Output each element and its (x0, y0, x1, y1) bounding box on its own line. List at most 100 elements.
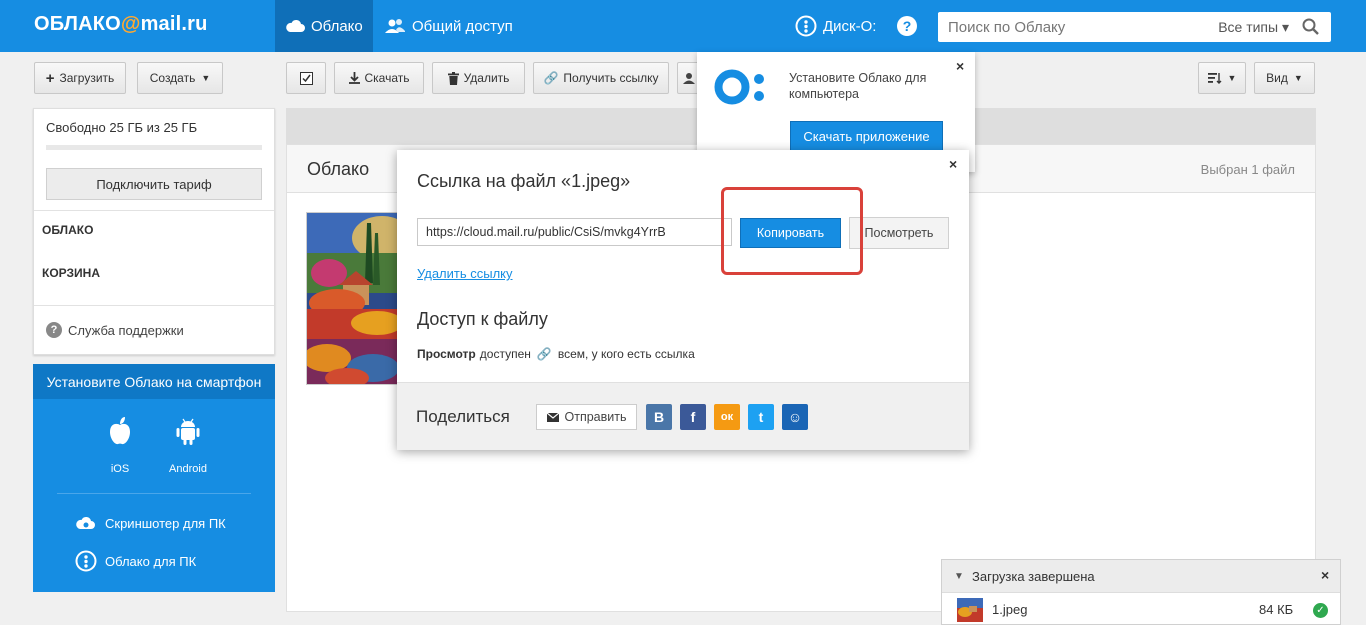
plus-icon: + (45, 69, 55, 87)
file-thumbnail-icon (957, 598, 983, 622)
delete-link[interactable]: Удалить ссылку (417, 266, 513, 281)
tab-shared[interactable]: Общий доступ (374, 0, 523, 52)
question-icon: ? (46, 322, 62, 338)
upload-file-name: 1.jpeg (992, 602, 1028, 617)
search-icon[interactable] (1301, 17, 1321, 37)
ios-label: iOS (110, 463, 130, 475)
sort-button[interactable]: ▼ (1198, 62, 1246, 94)
storage-bar (46, 145, 262, 150)
close-icon[interactable]: × (956, 58, 964, 74)
people-icon (385, 19, 405, 33)
android-label: Android (169, 463, 207, 475)
chevron-down-icon: ▼ (954, 571, 964, 582)
download-label: Скачать (364, 71, 410, 85)
close-icon[interactable]: × (949, 156, 957, 172)
share-section: Поделиться Отправить В f ок t ☺ (397, 382, 969, 450)
download-app-button[interactable]: Скачать приложение (790, 121, 943, 151)
cloud-pc-label: Облако для ПК (105, 553, 197, 569)
upload-status-panel: ▼ Загрузка завершена × 1.jpeg 84 КБ ✓ (941, 559, 1341, 625)
cloud-pc-link[interactable]: Облако для ПК (75, 550, 196, 572)
odnoklassniki-icon[interactable]: ок (714, 404, 740, 430)
trash-icon (447, 71, 459, 85)
link-icon: 🔗 (536, 347, 552, 361)
ios-link[interactable]: iOS (90, 416, 150, 475)
tab-shared-label: Общий доступ (412, 17, 513, 35)
close-icon[interactable]: × (1321, 567, 1329, 583)
painting-thumbnail-image (307, 213, 397, 384)
page-title: Облако (307, 159, 370, 179)
upload-status-header[interactable]: ▼ Загрузка завершена × (942, 560, 1340, 593)
selection-count: Выбран 1 файл (1200, 162, 1295, 177)
disk-o-label: Диск-О: (823, 17, 877, 35)
envelope-icon (546, 412, 559, 422)
delete-label: Удалить (463, 71, 510, 85)
logo-at: @ (120, 13, 141, 35)
logo-part2: mail.ru (140, 13, 208, 35)
download-button[interactable]: Скачать (334, 62, 424, 94)
chevron-down-icon: ▼ (201, 73, 211, 83)
file-thumbnail[interactable] (306, 212, 398, 385)
disk-o-icon (75, 550, 97, 572)
permission-scope[interactable]: всем, у кого есть ссылка (558, 347, 695, 361)
divider (34, 305, 274, 306)
support-link[interactable]: ? Служба поддержки (46, 322, 184, 338)
select-all-checkbox[interactable] (286, 62, 326, 94)
access-title: Доступ к файлу (417, 309, 548, 329)
upload-button[interactable]: + Загрузить (34, 62, 126, 94)
link-icon: 🔗 (543, 71, 559, 85)
install-popup-text: Установите Облако для компьютера (789, 71, 927, 101)
send-email-button[interactable]: Отправить (536, 404, 637, 430)
twitter-icon[interactable]: t (748, 404, 774, 430)
disk-o-link[interactable]: Диск-О: (795, 0, 876, 52)
tab-cloud[interactable]: Облако (275, 0, 373, 52)
apple-icon (110, 417, 130, 445)
create-button[interactable]: Создать ▼ (137, 62, 223, 94)
upload-file-size: 84 КБ (1259, 602, 1294, 617)
check-icon: ✓ (1313, 603, 1328, 618)
divider (34, 210, 274, 211)
sort-icon (1207, 73, 1222, 84)
vk-icon[interactable]: В (646, 404, 672, 430)
cloud-icon (286, 19, 305, 32)
connect-tariff-button[interactable]: Подключить тариф (46, 168, 262, 200)
view-label: Вид (1266, 71, 1288, 85)
upload-status-title: Загрузка завершена (972, 569, 1095, 584)
top-header: ОБЛАКО@mail.ru Облако Общий доступ Диск-… (0, 0, 1366, 52)
sidebar-item-cloud[interactable]: ОБЛАКО (42, 223, 93, 237)
chevron-down-icon: ▼ (1293, 73, 1303, 83)
share-label: Поделиться (416, 407, 510, 426)
sidebar-item-trash[interactable]: КОРЗИНА (42, 266, 100, 280)
logo[interactable]: ОБЛАКО@mail.ru (34, 13, 208, 36)
install-phone-card: Установите Облако на смартфон iOS Androi… (33, 364, 275, 592)
logo-part1: ОБЛАКО (34, 13, 121, 35)
support-label: Служба поддержки (68, 322, 184, 338)
screenshoter-link[interactable]: Скриншотер для ПК (75, 512, 226, 534)
public-link-field[interactable] (417, 218, 732, 246)
dialog-title: Ссылка на файл «1.jpeg» (417, 171, 631, 191)
search-input[interactable] (938, 13, 1219, 41)
share-link-dialog: × Ссылка на файл «1.jpeg» Копировать Пос… (397, 150, 969, 450)
view-button[interactable]: Вид ▼ (1254, 62, 1315, 94)
search-types-dropdown[interactable]: Все типы ▾ (1218, 19, 1289, 36)
delete-button[interactable]: Удалить (432, 62, 525, 94)
download-icon (348, 72, 360, 84)
search-box: Все типы ▾ (938, 12, 1331, 42)
help-icon[interactable]: ? (897, 16, 917, 36)
android-icon (176, 418, 200, 445)
chevron-down-icon: ▼ (1227, 73, 1237, 83)
android-link[interactable]: Android (158, 416, 218, 475)
storage-sidebar: Свободно 25 ГБ из 25 ГБ Подключить тариф… (33, 108, 275, 355)
facebook-icon[interactable]: f (680, 404, 706, 430)
divider (57, 493, 251, 494)
free-space-text: Свободно 25 ГБ из 25 ГБ (46, 120, 198, 135)
upload-label: Загрузить (59, 71, 115, 85)
get-link-label: Получить ссылку (563, 71, 659, 85)
tab-cloud-label: Облако (311, 17, 363, 35)
get-link-button[interactable]: 🔗 Получить ссылку (533, 62, 669, 94)
screenshoter-label: Скриншотер для ПК (105, 515, 226, 531)
create-label: Создать (149, 71, 196, 85)
view-link-button[interactable]: Посмотреть (849, 217, 949, 249)
permission-state: доступен (479, 347, 531, 361)
phone-card-title: Установите Облако на смартфон (33, 364, 275, 399)
moi-mir-icon[interactable]: ☺ (782, 404, 808, 430)
